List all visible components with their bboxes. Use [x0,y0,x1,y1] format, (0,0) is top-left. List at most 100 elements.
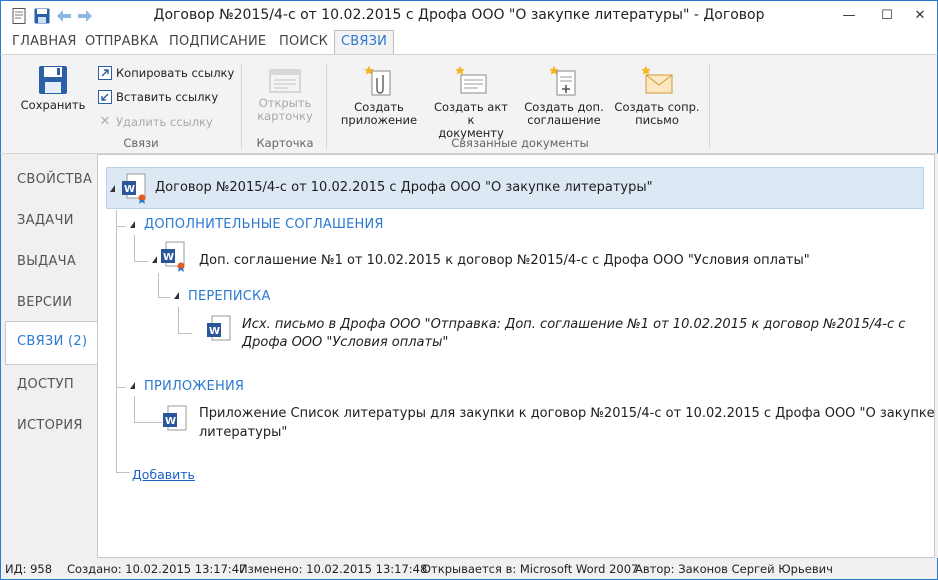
envelope-icon [641,65,673,94]
ribbon-separator [241,63,242,149]
tree-root-row[interactable]: W Договор №2015/4-с от 10.02.2015 с Дроф… [106,167,924,209]
tree-line [178,307,179,333]
nav-versions[interactable]: ВЕРСИИ [17,295,72,310]
create-agreement-label-1: Создать доп. [524,100,604,114]
agreement-document-icon [549,65,576,96]
svg-text:W: W [124,184,135,195]
tree-line [134,422,162,423]
group-label-card: Карточка [256,136,314,150]
add-link[interactable]: Добавить [132,467,195,482]
status-modified: Изменено: 10.02.2015 13:17:48 [239,562,428,576]
tab-links[interactable]: СВЯЗИ [334,30,395,55]
ribbon-separator [326,63,327,149]
collapse-triangle-icon[interactable] [130,221,135,228]
tree-line [134,235,135,261]
attachment-paperclip-icon [364,65,391,96]
svg-text:W: W [209,326,220,337]
ribbon-separator [709,63,710,149]
status-created: Создано: 10.02.2015 13:17:47 [67,562,247,576]
maximize-button[interactable]: ☐ [875,5,899,25]
svg-text:W: W [163,252,174,263]
tree-line [134,261,148,262]
status-opens-in: Открывается в: Microsoft Word 2007 [422,562,639,576]
tree-line [158,297,170,298]
create-letter-label-1: Создать сопр. [614,100,700,114]
collapse-triangle-icon[interactable] [174,292,179,299]
word-document-icon: W [207,315,231,341]
open-card-button[interactable]: Открыть карточку [251,69,319,123]
paste-link-label: Вставить ссылку [116,90,219,104]
svg-text:W: W [165,416,176,427]
tree-line [178,333,192,334]
open-card-label-1: Открыть [258,96,312,110]
tab-search[interactable]: ПОИСК [279,34,328,49]
word-document-icon: W [161,241,185,272]
title-bar: Договор №2015/4-с от 10.02.2015 с Дрофа … [0,0,938,30]
nav-history[interactable]: ИСТОРИЯ [17,418,83,433]
paste-link-button[interactable]: Вставить ссылку [98,90,218,104]
save-large-icon [39,66,67,94]
app-document-icon [11,7,27,25]
delete-link-label: Удалить ссылку [116,114,213,129]
tree-line [116,387,126,388]
attachment-document-title[interactable]: Приложение Список литературы для закупки… [199,406,935,421]
create-act-label-1: Создать акт к [433,100,508,127]
copy-link-icon [98,66,112,80]
word-document-icon: W [122,173,146,204]
status-bar: ИД: 958 Создано: 10.02.2015 13:17:47 Изм… [0,558,938,580]
tree-line [116,210,117,472]
paste-link-icon [98,90,112,104]
create-letter-button[interactable]: Создать сопр. письмо [614,65,700,127]
side-nav: СВОЙСТВА ЗАДАЧИ ВЫДАЧА ВЕРСИИ СВЯЗИ (2) … [0,154,99,562]
open-card-label-2: карточку [257,109,313,123]
ribbon-tabs: ГЛАВНАЯ ОТПРАВКА ПОДПИСАНИЕ ПОИСК СВЯЗИ [0,30,938,55]
status-author: Автор: Законов Сергей Юрьевич [635,562,833,576]
create-attachment-button[interactable]: Создать приложение [339,65,419,127]
delete-link-button[interactable]: ✕ Удалить ссылку [98,114,213,129]
save-icon[interactable] [33,7,51,25]
word-document-icon: W [163,405,187,431]
create-letter-label-2: письмо [635,113,679,127]
letter-document-title[interactable]: Исх. письмо в Дрофа ООО "Отправка: Доп. … [242,317,905,332]
copy-link-button[interactable]: Копировать ссылку [98,66,234,80]
letter-document-title-cont[interactable]: Дрофа ООО "Условия оплаты" [242,335,448,350]
agreement-document-title[interactable]: Доп. соглашение №1 от 10.02.2015 к догов… [199,253,810,268]
tab-home[interactable]: ГЛАВНАЯ [12,34,77,49]
nav-properties[interactable]: СВОЙСТВА [17,172,92,187]
status-id: ИД: 958 [5,562,53,576]
nav-tasks[interactable]: ЗАДАЧИ [17,213,74,228]
tree-line [158,273,159,297]
collapse-triangle-icon[interactable] [130,382,135,389]
create-act-button[interactable]: Создать акт к документу [429,65,513,140]
save-label: Сохранить [20,98,86,112]
tree-line [116,226,126,227]
copy-link-label: Копировать ссылку [116,66,235,80]
links-tree-panel: W Договор №2015/4-с от 10.02.2015 с Дроф… [97,154,935,558]
close-button[interactable]: ✕ [908,5,932,25]
root-document-title[interactable]: Договор №2015/4-с от 10.02.2015 с Дрофа … [155,180,653,195]
back-arrow-icon[interactable] [56,7,72,25]
create-attachment-label-1: Создать [354,100,404,114]
nav-issue[interactable]: ВЫДАЧА [17,254,76,269]
collapse-triangle-icon[interactable] [110,185,115,192]
minimize-button[interactable]: — [837,5,861,25]
group-label-links: Связи [123,136,159,150]
create-agreement-button[interactable]: Создать доп. соглашение [524,65,604,127]
group-correspondence[interactable]: ПЕРЕПИСКА [188,289,271,304]
group-attachments[interactable]: ПРИЛОЖЕНИЯ [144,379,244,394]
nav-access[interactable]: ДОСТУП [17,377,74,392]
card-icon [269,69,301,93]
tab-send[interactable]: ОТПРАВКА [85,34,158,49]
nav-links[interactable]: СВЯЗИ (2) [5,321,99,365]
group-label-related: Связанные документы [451,136,589,150]
forward-arrow-icon[interactable] [77,7,93,25]
create-agreement-label-2: соглашение [527,113,601,127]
save-button[interactable]: Сохранить [17,65,89,112]
collapse-triangle-icon[interactable] [152,256,157,263]
tab-sign[interactable]: ПОДПИСАНИЕ [169,34,266,49]
attachment-document-title-cont[interactable]: литературы" [199,425,287,440]
tree-line [116,472,130,473]
act-document-icon [455,65,487,94]
ribbon: Сохранить Копировать ссылку Вставить ссы… [0,54,938,154]
group-additional-agreements[interactable]: ДОПОЛНИТЕЛЬНЫЕ СОГЛАШЕНИЯ [144,217,384,232]
